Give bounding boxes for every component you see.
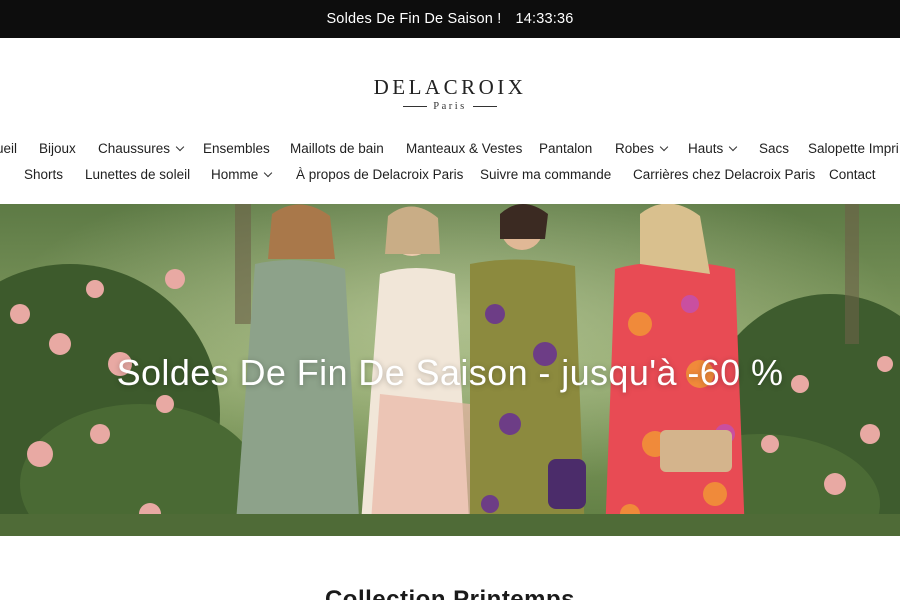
nav-item-a-propos[interactable]: À propos de Delacroix Paris xyxy=(296,164,463,186)
chevron-down-icon xyxy=(729,142,738,152)
nav-item-maillots-de-bain[interactable]: Maillots de bain xyxy=(290,138,384,160)
main-nav-row-1: ueil Bijoux Chaussures Ensembles Maillot… xyxy=(0,138,900,160)
nav-item-shorts[interactable]: Shorts xyxy=(24,164,63,186)
chevron-down-icon xyxy=(659,142,669,152)
logo-sub-text: Paris xyxy=(433,101,467,112)
logo-subtitle: Paris xyxy=(0,101,900,112)
site-logo[interactable]: DELACROIX Paris xyxy=(0,76,900,112)
nav-item-chaussures[interactable]: Chaussures xyxy=(98,138,185,160)
logo-brand: DELACROIX xyxy=(373,75,527,99)
nav-item-bijoux[interactable]: Bijoux xyxy=(39,138,76,160)
hero-title: Soldes De Fin De Saison - jusqu'à -60 % xyxy=(116,352,784,393)
nav-item-salopette[interactable]: Salopette Impri xyxy=(808,138,899,160)
announcement-bar: Soldes De Fin De Saison ! 14:33:36 xyxy=(0,0,900,38)
logo-rule-left xyxy=(403,106,428,107)
chevron-down-icon xyxy=(264,168,273,178)
logo-rule-right xyxy=(472,106,497,107)
nav-item-carrieres[interactable]: Carrières chez Delacroix Paris xyxy=(633,164,815,186)
hero-banner[interactable]: Soldes De Fin De Saison - jusqu'à -60 % xyxy=(0,204,900,536)
main-nav-row-2: Shorts Lunettes de soleil Homme À propos… xyxy=(0,164,900,186)
nav-item-hauts[interactable]: Hauts xyxy=(688,138,738,160)
nav-item-accueil[interactable]: ueil xyxy=(0,138,17,160)
nav-item-suivre-commande[interactable]: Suivre ma commande xyxy=(480,164,611,186)
countdown-timer: 14:33:36 xyxy=(515,11,574,27)
nav-item-homme[interactable]: Homme xyxy=(211,164,273,186)
nav-item-ensembles[interactable]: Ensembles xyxy=(203,138,270,160)
collection-title: Collection Printemps xyxy=(324,586,576,600)
nav-item-lunettes[interactable]: Lunettes de soleil xyxy=(85,164,190,186)
chevron-down-icon xyxy=(175,142,185,152)
nav-item-sacs[interactable]: Sacs xyxy=(759,138,789,160)
nav-item-robes[interactable]: Robes xyxy=(615,138,669,160)
nav-item-manteaux-vestes[interactable]: Manteaux & Vestes xyxy=(406,138,522,160)
nav-item-contact[interactable]: Contact xyxy=(829,164,876,186)
announcement-text: Soldes De Fin De Saison ! xyxy=(326,11,502,27)
nav-item-pantalon[interactable]: Pantalon xyxy=(539,138,592,160)
